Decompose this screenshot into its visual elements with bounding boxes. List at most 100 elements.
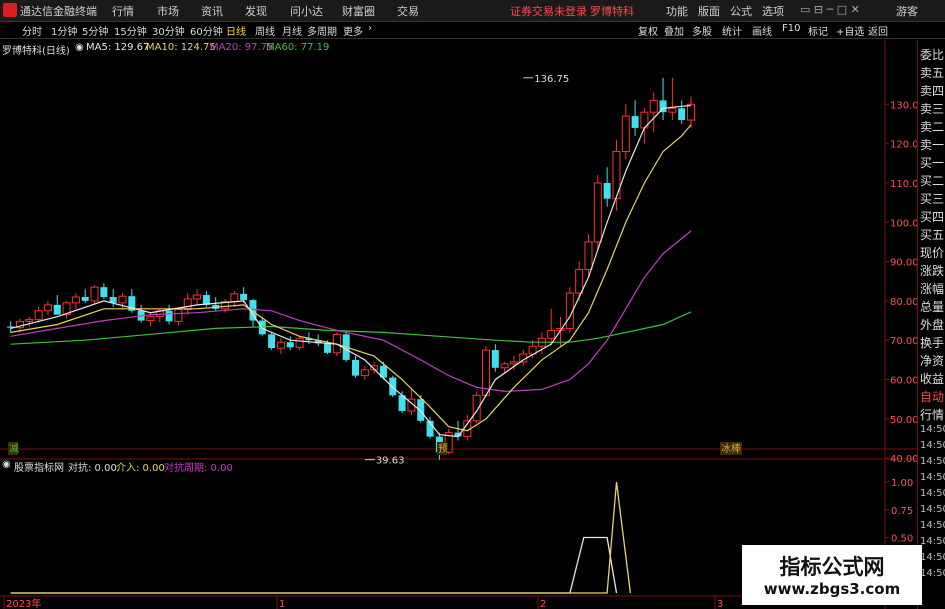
side-label-18: 收益 — [920, 372, 945, 386]
side-label-11: 现价 — [920, 246, 945, 260]
side-label-1: 卖五 — [920, 66, 945, 80]
menu-banmian[interactable]: 版面 — [698, 3, 720, 19]
side-label-16: 换手 — [920, 336, 945, 350]
tool-biaoji[interactable]: 标记 — [808, 23, 828, 38]
candle-body-62 — [584, 241, 593, 270]
period-multi[interactable]: 多周期 — [307, 23, 337, 38]
login-notice[interactable]: 证券交易未登录 — [510, 3, 587, 19]
side-label-7: 买二 — [920, 174, 945, 188]
candle-body-66 — [621, 115, 630, 153]
candle-body-52 — [491, 350, 499, 368]
app-logo-icon — [3, 3, 17, 17]
ytick-label-100: 100.00 — [890, 218, 917, 229]
side-label-0: 委比 — [920, 48, 945, 62]
indicator-gear-icon[interactable]: ◉ — [2, 459, 11, 470]
candle-body-3 — [34, 310, 43, 320]
candle-body-53 — [500, 363, 509, 369]
side-label-10: 买五 — [920, 228, 945, 242]
menu-faxian[interactable]: 发现 — [245, 3, 267, 19]
annotation-label-0: 136.75 — [534, 74, 569, 85]
menu-gongneng[interactable]: 功能 — [666, 3, 688, 19]
tool-diejia[interactable]: 叠加 — [664, 23, 684, 38]
candle-body-63 — [593, 182, 602, 243]
legend-stock: 罗博特科 — [2, 46, 42, 57]
candle-body-30 — [286, 342, 294, 348]
legend-ma10: MA10: 124.75 — [146, 42, 216, 53]
more-chevron-icon[interactable]: › — [368, 23, 372, 34]
candle-body-73 — [687, 103, 696, 121]
menu-jiaoyi[interactable]: 交易 — [397, 3, 419, 19]
kline-chart[interactable]: 40.00 50.00 60.00 70.00 80.00 90.00 100.00 110.… — [0, 40, 917, 609]
candle-body-34 — [324, 343, 332, 353]
menu-hangqing[interactable]: 行情 — [112, 3, 134, 19]
menu-zixun[interactable]: 资讯 — [201, 3, 223, 19]
side-label-19[interactable]: 自动 — [920, 388, 944, 405]
period-5min[interactable]: 5分钟 — [82, 23, 108, 38]
menu-caifuquan[interactable]: 财富圈 — [342, 3, 375, 19]
side-label-25: 14:50 — [920, 488, 945, 499]
ma10-line — [10, 124, 692, 432]
legend-ma60: MA60: 77.19 — [266, 42, 330, 53]
guest-label[interactable]: 游客 — [896, 3, 918, 19]
ytick-label-40: 40.00 — [890, 454, 917, 465]
candle-body-4 — [43, 304, 52, 312]
side-label-22: 14:50 — [920, 440, 945, 451]
period-month[interactable]: 月线 — [282, 23, 302, 38]
side-label-30: 14:50 — [920, 568, 945, 579]
window-buttons[interactable]: ▭ ⊟ ─ □ ✕ — [800, 3, 860, 16]
candle-body-64 — [603, 182, 611, 199]
period-day[interactable]: 日线 — [226, 23, 246, 38]
side-label-8: 买三 — [920, 192, 945, 206]
tool-huaxian[interactable]: 画线 — [752, 23, 772, 38]
side-label-5: 卖一 — [920, 138, 945, 152]
ytick-label-90: 90.00 — [890, 258, 917, 269]
menu-wenxiaoda[interactable]: 问小达 — [290, 3, 323, 19]
indicator-zhouqi: 对抗周期: 0.00 — [164, 463, 233, 474]
candle-body-18 — [174, 309, 183, 322]
quote-side-panel: 委比 卖五 卖四 卖三 卖二 卖一 买一 买二 买三 买四 买五 现价 涨跌 涨幅 总量 外盘 换手 净资 收益 自动… — [917, 40, 945, 609]
side-label-17: 净资 — [920, 354, 945, 368]
xlabel-2: 2 — [540, 599, 546, 609]
candle-body-25 — [240, 293, 248, 301]
ytick-label-80: 80.00 — [890, 297, 917, 308]
candle-body-8 — [81, 296, 89, 301]
legend-gear-icon[interactable]: ◉ — [75, 42, 84, 53]
side-label-13: 涨幅 — [920, 282, 945, 296]
menu-xuanxiang[interactable]: 选项 — [762, 3, 784, 19]
period-15min[interactable]: 15分钟 — [114, 23, 147, 38]
period-week[interactable]: 周线 — [255, 23, 275, 38]
watermark: 指标公式网 www.zbgs3.com — [742, 545, 922, 605]
tool-fuquan[interactable]: 复权 — [638, 23, 658, 38]
candle-body-7 — [71, 296, 80, 304]
period-fenshi[interactable]: 分时 — [22, 23, 42, 38]
menu-gongshi[interactable]: 公式 — [730, 3, 752, 19]
ind-series-1 — [10, 481, 632, 594]
ma60-line — [10, 311, 692, 345]
tool-fanhui[interactable]: 返回 — [868, 23, 888, 38]
ytick-label-120: 120.00 — [890, 140, 917, 151]
candle-body-31 — [295, 337, 304, 348]
ytick-label-110: 110.00 — [890, 179, 917, 190]
candle-body-54 — [509, 361, 518, 365]
candle-body-5 — [53, 304, 61, 315]
candle-body-12 — [118, 295, 127, 304]
side-label-4: 卖二 — [920, 120, 945, 134]
menu-shichang[interactable]: 市场 — [157, 3, 179, 19]
tool-duogu[interactable]: 多股 — [692, 23, 712, 38]
candle-body-10 — [100, 287, 108, 297]
side-label-20[interactable]: 行情 — [920, 406, 944, 423]
side-label-27: 14:50 — [920, 520, 945, 531]
xlabel-0: 2023年 — [6, 597, 41, 609]
tool-tongji[interactable]: 统计 — [722, 23, 742, 38]
watermark-title: 指标公式网 — [779, 555, 885, 579]
period-more[interactable]: 更多 — [343, 23, 363, 38]
period-1min[interactable]: 1分钟 — [51, 23, 77, 38]
candle-body-67 — [631, 116, 639, 128]
tool-f10[interactable]: F10 — [782, 23, 800, 34]
period-30min[interactable]: 30分钟 — [152, 23, 185, 38]
candle-body-11 — [109, 296, 117, 303]
side-label-2: 卖四 — [920, 84, 945, 98]
side-label-6: 买一 — [920, 156, 945, 170]
tool-zixuan[interactable]: +自选 — [836, 23, 864, 38]
period-60min[interactable]: 60分钟 — [190, 23, 223, 38]
